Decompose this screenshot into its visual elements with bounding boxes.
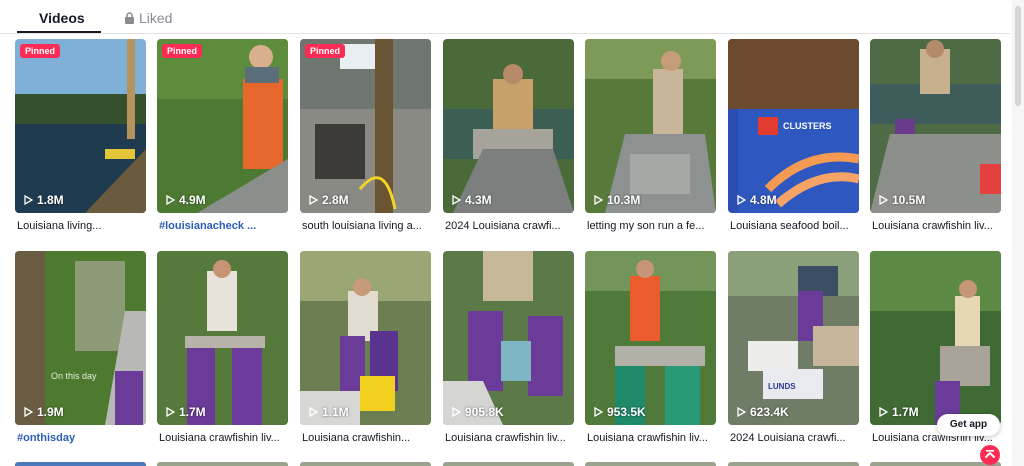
video-thumbnail [300, 39, 431, 213]
view-count: 1.7M [879, 405, 919, 419]
view-count: 4.3M [452, 193, 492, 207]
play-icon [594, 407, 603, 417]
view-count: 4.8M [737, 193, 777, 207]
play-icon [24, 195, 33, 205]
video-thumbnail [870, 39, 1001, 213]
play-icon [879, 195, 888, 205]
video-caption[interactable]: 2024 Louisiana crawfi... [730, 431, 858, 445]
video-caption[interactable]: Louisiana crawfishin liv... [872, 219, 1000, 233]
view-count-value: 1.7M [179, 405, 206, 419]
view-count: 1.8M [24, 193, 64, 207]
video-caption[interactable]: south louisiana living a... [302, 219, 430, 233]
tab-active-indicator [17, 31, 101, 33]
view-count-value: 953.5K [607, 405, 646, 419]
video-thumbnail [300, 251, 431, 425]
view-count: 953.5K [594, 405, 646, 419]
video-caption[interactable]: Louisiana living... [17, 219, 145, 233]
video-caption[interactable]: Louisiana crawfishin liv... [587, 431, 715, 445]
video-caption[interactable]: #onthisday [17, 431, 145, 445]
video-caption[interactable]: Louisiana seafood boil... [730, 219, 858, 233]
pinned-badge: Pinned [20, 44, 61, 58]
tab-videos[interactable]: Videos [39, 8, 85, 28]
video-caption[interactable]: 2024 Louisiana crawfi... [445, 219, 573, 233]
play-icon [737, 407, 746, 417]
play-icon [737, 195, 746, 205]
view-count-value: 10.5M [892, 193, 926, 207]
video-caption[interactable]: Louisiana crawfishin liv... [159, 431, 287, 445]
tab-liked-label: Liked [139, 10, 173, 26]
page-scrollbar[interactable] [1012, 0, 1024, 466]
play-icon [452, 407, 461, 417]
video-thumbnail: LUNDS [728, 251, 859, 425]
video-thumbnail [870, 251, 1001, 425]
view-count: 10.3M [594, 193, 640, 207]
play-icon [594, 195, 603, 205]
view-count-value: 1.9M [37, 405, 64, 419]
on-this-day-overlay: On this day [51, 371, 97, 381]
view-count-value: 1.8M [37, 193, 64, 207]
play-icon [879, 407, 888, 417]
play-icon [309, 195, 318, 205]
video-card-partial[interactable] [443, 462, 574, 466]
view-count-value: 2.8M [322, 193, 349, 207]
view-count: 1.1M [309, 405, 349, 419]
video-thumbnail [157, 39, 288, 213]
video-thumbnail [585, 39, 716, 213]
scrollbar-thumb[interactable] [1015, 6, 1021, 106]
pinned-badge: Pinned [305, 44, 346, 58]
view-count: 1.7M [166, 405, 206, 419]
view-count: 2.8M [309, 193, 349, 207]
view-count-value: 10.3M [607, 193, 641, 207]
arrow-up-icon [985, 450, 995, 458]
video-thumbnail [15, 39, 146, 213]
video-card-partial[interactable] [585, 462, 716, 466]
play-icon [166, 407, 175, 417]
video-thumbnail [443, 39, 574, 213]
view-count-value: 4.3M [465, 193, 492, 207]
view-count-value: 905.8K [465, 405, 504, 419]
view-count: 905.8K [452, 405, 504, 419]
lock-icon [125, 12, 134, 24]
profile-tabs: Videos Liked [0, 0, 1010, 34]
video-thumbnail [585, 251, 716, 425]
lunds-box-text: LUNDS [768, 382, 796, 391]
play-icon [166, 195, 175, 205]
video-thumbnail [157, 251, 288, 425]
tab-liked[interactable]: Liked [124, 8, 172, 28]
view-count: 623.4K [737, 405, 789, 419]
video-caption[interactable]: #louisianacheck ... [159, 219, 287, 233]
view-count: 10.5M [879, 193, 925, 207]
scroll-to-top-button[interactable] [980, 445, 1000, 465]
view-count-value: 623.4K [750, 405, 789, 419]
play-icon [24, 407, 33, 417]
video-card-partial[interactable] [157, 462, 288, 466]
video-caption[interactable]: Louisiana crawfishin liv... [445, 431, 573, 445]
clusters-sign-text: CLUSTERS [783, 121, 832, 131]
video-caption[interactable]: letting my son run a fe... [587, 219, 715, 233]
video-card-partial[interactable] [728, 462, 859, 466]
view-count-value: 4.9M [179, 193, 206, 207]
view-count: 4.9M [166, 193, 206, 207]
view-count: 1.9M [24, 405, 64, 419]
play-icon [452, 195, 461, 205]
view-count-value: 4.8M [750, 193, 777, 207]
play-icon [309, 407, 318, 417]
view-count-value: 1.1M [322, 405, 349, 419]
view-count-value: 1.7M [892, 405, 919, 419]
video-thumbnail: CLUSTERS [728, 39, 859, 213]
get-app-button[interactable]: Get app [937, 414, 1000, 436]
pinned-badge: Pinned [162, 44, 203, 58]
video-card-partial[interactable] [300, 462, 431, 466]
video-caption[interactable]: Louisiana crawfishin... [302, 431, 430, 445]
video-thumbnail: On this day [15, 251, 146, 425]
video-thumbnail [443, 251, 574, 425]
video-card-partial[interactable] [15, 462, 146, 466]
